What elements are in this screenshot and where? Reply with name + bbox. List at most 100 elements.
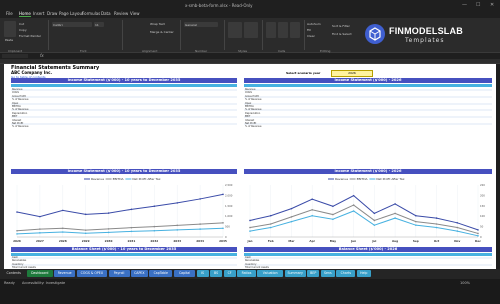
menu-view[interactable]: View xyxy=(130,11,140,16)
table-row: Inventory xyxy=(244,263,492,266)
sheet-tab[interactable]: COGS & OPEX xyxy=(76,270,107,277)
format-as-table-button[interactable] xyxy=(244,22,258,38)
data-point xyxy=(415,214,417,217)
delete-cells-button[interactable] xyxy=(278,22,288,38)
table-row: Cash xyxy=(244,256,492,259)
table-row: EBIT xyxy=(244,115,492,119)
sheet-tab[interactable]: Charts xyxy=(336,270,356,277)
sheet-tab[interactable]: CapTable xyxy=(149,270,173,277)
sheet-tab[interactable]: Payroll xyxy=(108,270,130,277)
menu-formulas[interactable]: Formulas xyxy=(82,11,100,16)
x-tick-label: Mar xyxy=(288,239,295,243)
sort-filter-button[interactable]: Sort & Filter xyxy=(332,24,350,28)
x-tick-label: Apr xyxy=(309,239,315,243)
data-point xyxy=(394,203,396,205)
close-button[interactable]: ✕ xyxy=(490,2,494,8)
worksheet[interactable]: Financial Statements Summary ABC Company… xyxy=(4,64,496,269)
font-name-select[interactable]: Calibri xyxy=(52,22,92,27)
data-point xyxy=(332,218,334,221)
format-cells-button[interactable] xyxy=(290,22,300,38)
font-size-select[interactable]: 11 xyxy=(94,22,104,27)
x-tick-label: 2028 xyxy=(59,239,67,243)
paste-button[interactable] xyxy=(4,21,16,37)
table-row: Receivables xyxy=(11,259,237,263)
data-point xyxy=(176,202,179,204)
table-row: COGS xyxy=(244,91,492,95)
sheet-tab[interactable]: Capital xyxy=(174,270,196,277)
format-painter-button[interactable]: Format Painter xyxy=(19,34,41,38)
data-point xyxy=(16,233,18,235)
y-tick-label: 50 xyxy=(480,225,484,229)
sheet-tab[interactable]: Valuation xyxy=(257,270,284,277)
clear-button[interactable]: Clear xyxy=(307,34,315,38)
series-line xyxy=(16,193,224,218)
data-point xyxy=(290,220,293,223)
menu-data[interactable]: Data xyxy=(101,11,111,16)
x-tick-label: Nov xyxy=(454,239,460,243)
number-format-select[interactable]: General xyxy=(184,22,218,27)
table-row: Opex xyxy=(244,102,492,105)
ribbon-divider xyxy=(180,20,181,50)
data-point xyxy=(373,224,376,226)
data-point xyxy=(199,228,201,230)
data-point xyxy=(435,226,438,229)
menu-insert[interactable]: Insert xyxy=(33,11,44,16)
copy-button[interactable]: Copy xyxy=(19,28,27,32)
data-point xyxy=(176,229,179,231)
data-point xyxy=(199,223,201,225)
wrap-text-button[interactable]: Wrap Text xyxy=(150,22,165,26)
insert-cells-button[interactable] xyxy=(266,22,276,38)
menu-file[interactable]: File xyxy=(6,11,13,16)
sheet-tab[interactable]: IS xyxy=(196,270,209,277)
fill-button[interactable]: Fill xyxy=(307,28,311,32)
table-row: Net Profit xyxy=(11,122,237,125)
fx-icon[interactable]: fx xyxy=(40,53,44,58)
find-select-button[interactable]: Find & Select xyxy=(332,32,352,36)
data-point xyxy=(61,209,64,212)
merge-center-button[interactable]: Merge & Center xyxy=(150,30,174,34)
accessibility-status[interactable]: Accessibility: Investigate xyxy=(22,281,65,285)
sheet-tab[interactable]: Dashboard xyxy=(26,270,53,277)
sheet-tab[interactable]: BEP xyxy=(307,270,320,277)
sheet-tab[interactable]: Summary xyxy=(284,270,306,277)
sheet-tab[interactable]: Ratios xyxy=(237,270,256,277)
data-point xyxy=(456,230,459,232)
minimize-button[interactable]: — xyxy=(462,2,467,8)
x-tick-label: Aug xyxy=(392,239,398,243)
menu-draw[interactable]: Draw xyxy=(47,11,57,16)
data-point xyxy=(477,232,479,235)
data-point xyxy=(415,220,417,223)
data-point xyxy=(269,226,272,229)
data-point xyxy=(435,217,438,219)
name-box[interactable] xyxy=(2,54,28,58)
conditional-format-button[interactable] xyxy=(228,22,242,38)
series-line xyxy=(249,210,479,237)
sheet-tab[interactable]: Sens xyxy=(320,270,335,277)
row-label: % of Revenue xyxy=(245,125,262,129)
autosum-button[interactable]: AutoSum xyxy=(307,22,321,26)
menu-review[interactable]: Review xyxy=(114,11,128,16)
sheet-tab[interactable]: Contents xyxy=(2,270,26,277)
x-tick-label: 2035 xyxy=(219,239,227,243)
y-tick-label: 1,500 xyxy=(225,204,233,208)
table-header-band xyxy=(11,84,237,87)
menu-home[interactable]: Home xyxy=(19,11,31,17)
data-point xyxy=(107,228,110,230)
table-row: EBIT xyxy=(11,115,237,119)
menu-page-layout[interactable]: Page Layout xyxy=(59,11,84,16)
x-tick-label: 2027 xyxy=(36,239,44,243)
zoom-level[interactable]: 100% xyxy=(460,281,470,285)
data-point xyxy=(311,209,313,211)
sheet-tab[interactable]: Help xyxy=(356,270,371,277)
table-row: Revenue xyxy=(11,88,237,91)
scenario-year-input[interactable]: 2026 xyxy=(331,70,373,77)
sheet-tab[interactable]: Revenue xyxy=(54,270,76,277)
logo-mark-icon xyxy=(365,24,385,44)
table-row: Depreciation xyxy=(11,112,237,115)
sheet-tab[interactable]: BS xyxy=(210,270,223,277)
sheet-tab[interactable]: CF xyxy=(223,270,236,277)
sheet-tab[interactable]: CAPEX xyxy=(131,270,148,277)
table-header-band xyxy=(244,253,492,256)
cut-button[interactable]: Cut xyxy=(19,22,24,26)
maximize-button[interactable]: ☐ xyxy=(476,2,480,8)
